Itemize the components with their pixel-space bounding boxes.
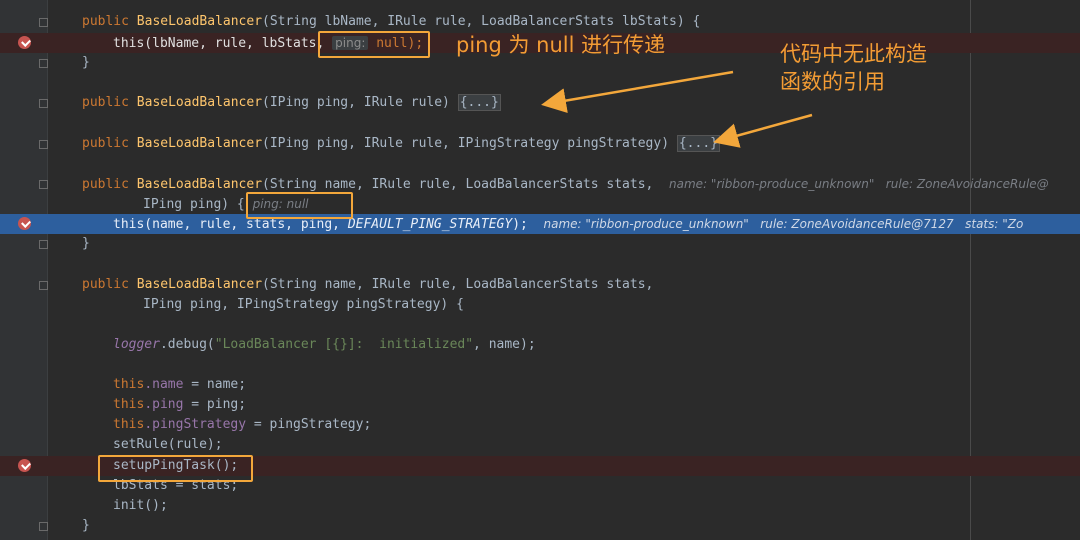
arrow-to-constructor-2 [713, 113, 813, 148]
annotation-arrows [541, 70, 813, 148]
arrow-to-constructor-1 [541, 70, 734, 113]
